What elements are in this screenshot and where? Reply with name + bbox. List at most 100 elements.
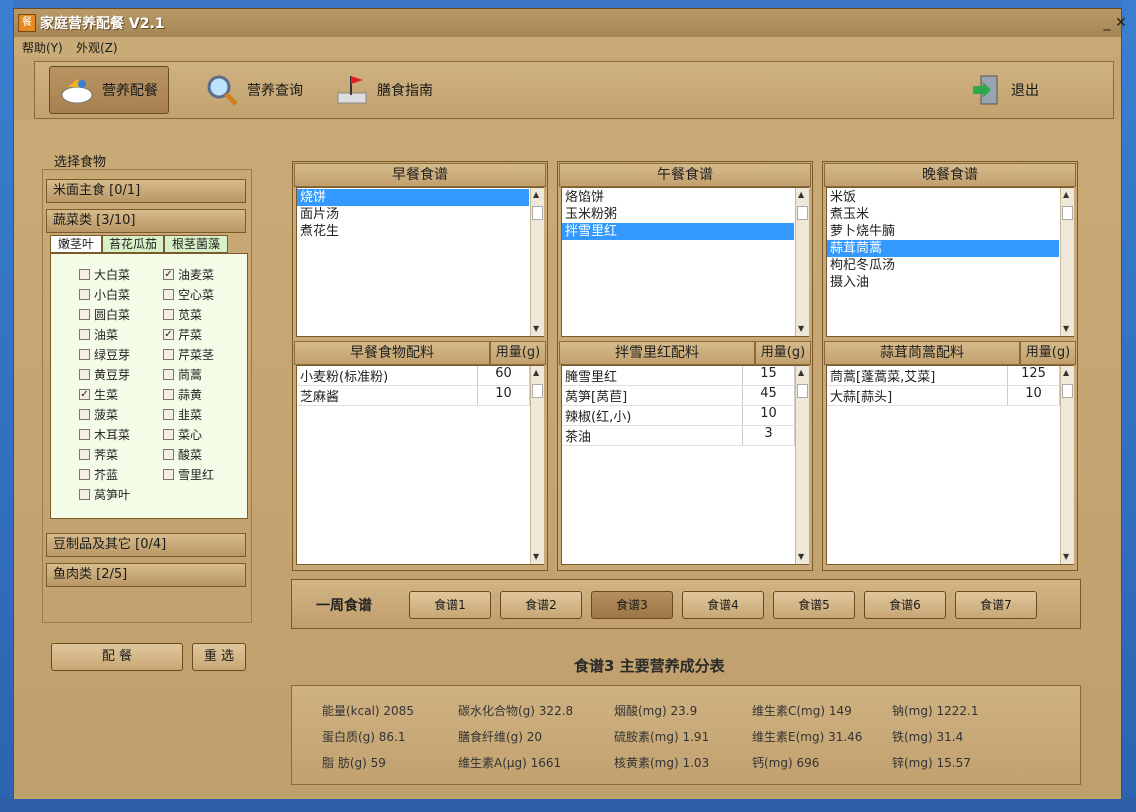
checkbox[interactable]: [79, 348, 90, 360]
vegetable-item[interactable]: 荠菜: [79, 444, 118, 464]
checkbox[interactable]: [79, 288, 90, 300]
vegetable-item[interactable]: ✓ 芹菜: [163, 324, 202, 344]
vegetable-item[interactable]: 菠菜: [79, 404, 118, 424]
scroll-thumb[interactable]: [1062, 384, 1073, 398]
tool-diet-guide[interactable]: 膳食指南: [325, 66, 445, 114]
tool-nutrition-query[interactable]: 营养查询: [195, 66, 315, 114]
scroll-thumb[interactable]: [532, 206, 543, 220]
checkbox[interactable]: [163, 448, 174, 460]
category-vegetable[interactable]: 蔬菜类 [3/10]: [46, 209, 246, 233]
table-row[interactable]: 辣椒(红,小) 10: [562, 406, 795, 426]
recipe-day-button[interactable]: 食谱4: [682, 591, 764, 619]
checkbox[interactable]: [163, 408, 174, 420]
recipe-item[interactable]: 面片汤: [297, 206, 529, 223]
vegetable-item[interactable]: 绿豆芽: [79, 344, 130, 364]
vegetable-item[interactable]: 大白菜: [79, 264, 130, 284]
scroll-thumb[interactable]: [1062, 206, 1073, 220]
vegetable-item[interactable]: 酸菜: [163, 444, 202, 464]
checkbox[interactable]: [163, 428, 174, 440]
menu-appearance[interactable]: 外观(Z): [76, 39, 118, 56]
recipe-item[interactable]: 蒜茸茼蒿: [827, 240, 1059, 257]
vegetable-item[interactable]: 茼蒿: [163, 364, 202, 384]
checkbox[interactable]: [79, 268, 90, 280]
recipe-item[interactable]: 玉米粉粥: [562, 206, 794, 223]
match-button[interactable]: 配 餐: [51, 643, 183, 671]
category-staple[interactable]: 米面主食 [0/1]: [46, 179, 246, 203]
recipe-item[interactable]: 煮花生: [297, 223, 529, 240]
vegetable-item[interactable]: 木耳菜: [79, 424, 130, 444]
checkbox[interactable]: ✓: [163, 268, 174, 280]
checkbox[interactable]: [163, 308, 174, 320]
checkbox[interactable]: [163, 368, 174, 380]
recipe-item[interactable]: 摄入油: [827, 274, 1059, 291]
tab-root-mushroom[interactable]: 根茎菌藻: [164, 235, 228, 253]
scrollbar[interactable]: ▲ ▼: [1060, 188, 1074, 336]
close-icon[interactable]: ✕: [1112, 14, 1130, 32]
scrollbar[interactable]: ▲ ▼: [530, 366, 544, 564]
recipe-item[interactable]: 烧饼: [297, 189, 529, 206]
table-row[interactable]: 莴笋[莴苣] 45: [562, 386, 795, 406]
scrollbar[interactable]: ▲ ▼: [795, 188, 809, 336]
recipe-day-button[interactable]: 食谱3: [591, 591, 673, 619]
checkbox[interactable]: ✓: [163, 328, 174, 340]
table-row[interactable]: 芝麻酱 10: [297, 386, 530, 406]
recipe-day-button[interactable]: 食谱2: [500, 591, 582, 619]
recipe-day-button[interactable]: 食谱6: [864, 591, 946, 619]
recipe-item[interactable]: 煮玉米: [827, 206, 1059, 223]
recipe-item[interactable]: 烙馅饼: [562, 189, 794, 206]
scroll-thumb[interactable]: [797, 384, 808, 398]
vegetable-item[interactable]: 小白菜: [79, 284, 130, 304]
tab-flower-melon[interactable]: 苔花瓜茄: [102, 235, 164, 253]
vegetable-item[interactable]: 黄豆芽: [79, 364, 130, 384]
vegetable-item[interactable]: 圆白菜: [79, 304, 130, 324]
checkbox[interactable]: [79, 408, 90, 420]
recipe-item[interactable]: 米饭: [827, 189, 1059, 206]
category-tofu-other[interactable]: 豆制品及其它 [0/4]: [46, 533, 246, 557]
checkbox[interactable]: ✓: [79, 388, 90, 400]
tool-nutrition-match[interactable]: 营养配餐: [49, 66, 169, 114]
vegetable-item[interactable]: 空心菜: [163, 284, 214, 304]
vegetable-item[interactable]: 莴笋叶: [79, 484, 130, 504]
vegetable-item[interactable]: 油菜: [79, 324, 118, 344]
recipe-item[interactable]: 萝卜烧牛腩: [827, 223, 1059, 240]
table-row[interactable]: 小麦粉(标准粉) 60: [297, 366, 530, 386]
checkbox[interactable]: [163, 348, 174, 360]
vegetable-item[interactable]: 蒜黄: [163, 384, 202, 404]
checkbox[interactable]: [79, 328, 90, 340]
tab-tender-leaf[interactable]: 嫩茎叶: [50, 235, 102, 253]
recipe-day-button[interactable]: 食谱7: [955, 591, 1037, 619]
vegetable-item[interactable]: ✓ 生菜: [79, 384, 118, 404]
checkbox[interactable]: [163, 388, 174, 400]
tool-exit[interactable]: 退出: [959, 66, 1059, 114]
checkbox[interactable]: [79, 428, 90, 440]
menu-help[interactable]: 帮助(Y): [22, 39, 63, 56]
recipe-day-button[interactable]: 食谱1: [409, 591, 491, 619]
vegetable-item[interactable]: 芥蓝: [79, 464, 118, 484]
checkbox[interactable]: [79, 308, 90, 320]
checkbox[interactable]: [163, 468, 174, 480]
scrollbar[interactable]: ▲ ▼: [795, 366, 809, 564]
recipe-item[interactable]: 枸杞冬瓜汤: [827, 257, 1059, 274]
scrollbar[interactable]: ▲ ▼: [530, 188, 544, 336]
vegetable-item[interactable]: 菜心: [163, 424, 202, 444]
table-row[interactable]: 腌雪里红 15: [562, 366, 795, 386]
scroll-thumb[interactable]: [532, 384, 543, 398]
scrollbar[interactable]: ▲ ▼: [1060, 366, 1074, 564]
vegetable-item[interactable]: 苋菜: [163, 304, 202, 324]
checkbox[interactable]: [163, 288, 174, 300]
reset-button[interactable]: 重 选: [192, 643, 246, 671]
recipe-item[interactable]: 拌雪里红: [562, 223, 794, 240]
scroll-thumb[interactable]: [797, 206, 808, 220]
category-fish-meat[interactable]: 鱼肉类 [2/5]: [46, 563, 246, 587]
checkbox[interactable]: [79, 468, 90, 480]
table-row[interactable]: 大蒜[蒜头] 10: [827, 386, 1060, 406]
title-bar[interactable]: 餐 家庭营养配餐 V2.1 _ ✕: [14, 9, 1127, 37]
checkbox[interactable]: [79, 368, 90, 380]
vegetable-item[interactable]: 芹菜茎: [163, 344, 214, 364]
checkbox[interactable]: [79, 488, 90, 500]
vegetable-item[interactable]: 雪里红: [163, 464, 214, 484]
checkbox[interactable]: [79, 448, 90, 460]
recipe-day-button[interactable]: 食谱5: [773, 591, 855, 619]
vegetable-item[interactable]: ✓ 油麦菜: [163, 264, 214, 284]
table-row[interactable]: 茶油 3: [562, 426, 795, 446]
